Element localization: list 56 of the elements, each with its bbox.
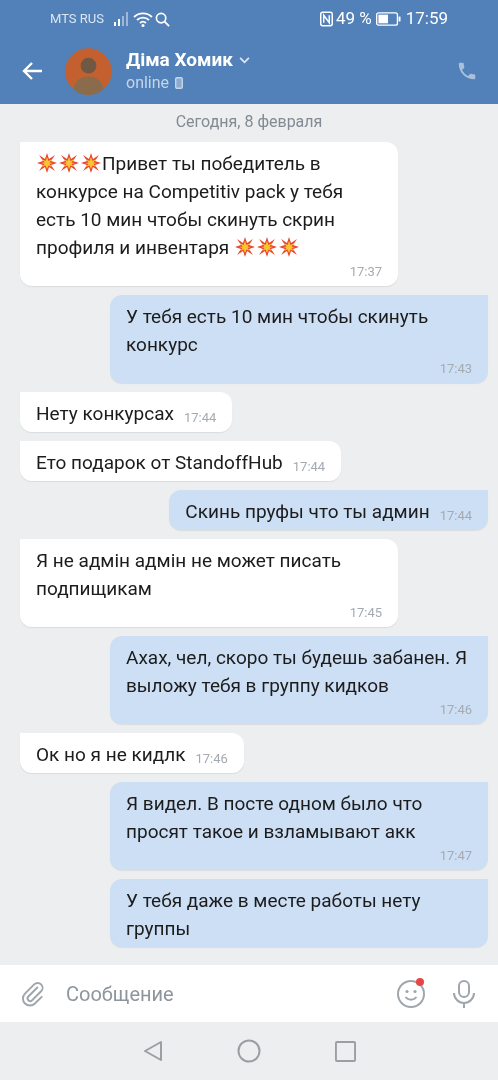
microphone-button[interactable] <box>452 978 478 1009</box>
message-time: 17:46 <box>438 701 472 719</box>
message-bubble[interactable]: Ок но я не кидлк 17:46 <box>20 733 244 773</box>
contact-name[interactable]: Діма Хомик <box>126 48 233 72</box>
message-text: Ок но я не кидлк <box>36 742 186 768</box>
wifi-icon <box>132 11 153 27</box>
carrier-name: MTS RUS <box>50 10 104 29</box>
collision-icon <box>257 237 277 257</box>
message-time: 17:44 <box>183 409 217 427</box>
message-time: 17:47 <box>438 847 472 865</box>
battery-percent: 49 % <box>335 7 372 31</box>
avatar[interactable] <box>65 47 112 95</box>
online-status: online <box>126 72 170 94</box>
message-text: Я видел. В посте одном было что просят такое и взламывают акк <box>126 791 424 845</box>
message-bubble[interactable]: Скинь пруфы что ты админ 17:44 <box>169 490 488 530</box>
message-text: У тебя даже в месте работы нету группы <box>126 888 422 942</box>
collision-icon <box>37 153 57 173</box>
battery-icon <box>375 12 401 26</box>
message-text: Ето подарок от StandoffHub <box>36 450 283 476</box>
nav-recents-button[interactable] <box>334 1040 356 1062</box>
message-composer[interactable]: Сообщение <box>0 965 498 1022</box>
emoji-button[interactable] <box>396 978 426 1009</box>
message-bubble[interactable]: Привет ты победитель в конкурсе на Competitiv pack у тебя есть 10 мин чтобы скинуть скрин профиля и инвентаря 17:37 <box>20 142 398 286</box>
date-separator: Сегодня, 8 февраля <box>175 112 323 132</box>
phone-icon <box>175 77 184 89</box>
chevron-down-icon[interactable] <box>238 56 250 64</box>
nav-back-button[interactable] <box>142 1040 163 1062</box>
message-bubble[interactable]: Ахах, чел, скоро ты будешь забанен. Я выложу тебя в группу кидков 17:46 <box>110 636 488 724</box>
message-bubble[interactable]: У тебя есть 10 мин чтобы скинуть конкурс 17:43 <box>110 295 488 383</box>
message-bubble[interactable]: У тебя даже в месте работы нету группы <box>110 879 488 947</box>
message-text: Привет ты победитель в конкурсе на Competitiv pack у тебя есть 10 мин чтобы скинуть скрин профиля и инвентаря <box>36 151 345 261</box>
message-bubble[interactable]: Я видел. В посте одном было что просят такое и взламывают акк 17:47 <box>110 782 488 870</box>
message-input[interactable]: Сообщение <box>66 978 396 1009</box>
collision-icon <box>279 237 299 257</box>
signal-icon <box>113 12 130 26</box>
message-time: 17:45 <box>348 604 382 622</box>
message-text: Нету конкурсах <box>36 401 174 427</box>
message-bubble[interactable]: Я не адмін адмін не может писать подпищикам 17:45 <box>20 539 398 627</box>
message-time: 17:43 <box>438 360 472 378</box>
message-time: 17:46 <box>194 750 228 768</box>
message-text: У тебя есть 10 мин чтобы скинуть конкурс <box>126 304 430 358</box>
search-icon <box>154 11 170 27</box>
message-time: 17:37 <box>348 263 382 281</box>
message-text: Ахах, чел, скоро ты будешь забанен. Я выложу тебя в группу кидков <box>126 645 469 699</box>
clock: 17:59 <box>405 7 448 31</box>
collision-icon <box>81 153 101 173</box>
message-text: Скинь пруфы что ты админ <box>185 499 430 525</box>
nav-home-button[interactable] <box>236 1039 261 1063</box>
message-time: 17:44 <box>438 507 472 525</box>
message-text: Я не адмін адмін не может писать подпищикам <box>36 548 343 602</box>
message-bubble[interactable]: Нету конкурсах 17:44 <box>20 392 233 432</box>
nfc-icon <box>319 11 333 27</box>
message-bubble[interactable]: Ето подарок от StandoffHub 17:44 <box>20 441 342 481</box>
message-time: 17:44 <box>291 458 326 476</box>
collision-icon <box>59 153 79 173</box>
collision-icon <box>235 237 255 257</box>
